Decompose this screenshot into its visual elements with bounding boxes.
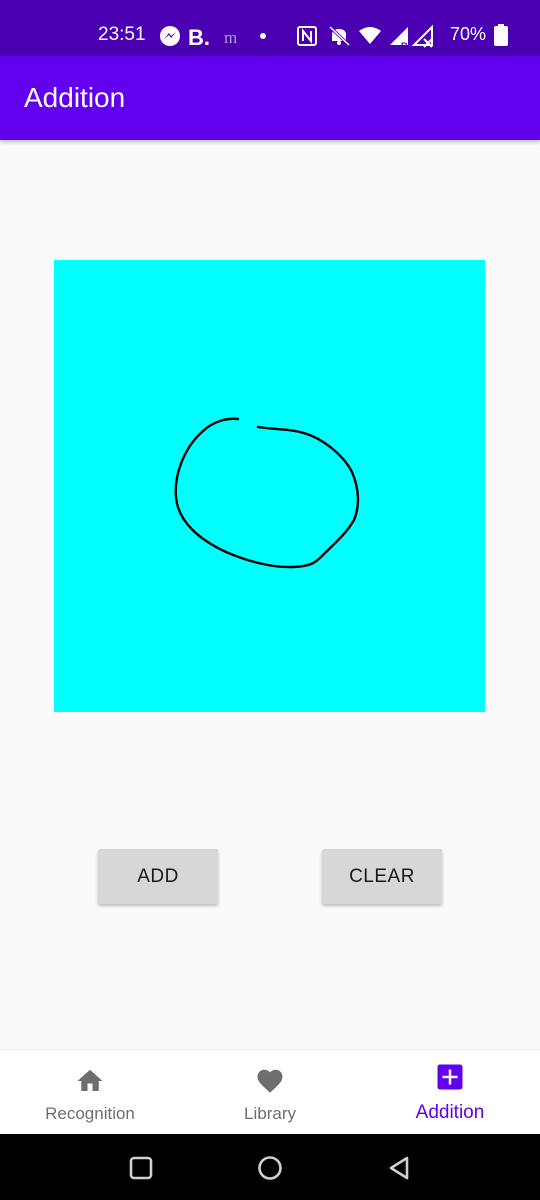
system-navigation-bar [0, 1134, 540, 1200]
add-box-icon [435, 1062, 465, 1092]
nav-item-library[interactable]: Library [180, 1050, 360, 1135]
signal-x-icon [411, 24, 433, 48]
page-title: Addition [24, 82, 126, 113]
status-time: 23:51 [98, 24, 146, 45]
nav-label-addition: Addition [415, 1102, 485, 1123]
messenger-icon [160, 26, 180, 46]
battery-icon [494, 24, 508, 46]
b-app-icon: B. [188, 25, 210, 50]
app-bar: Addition [0, 56, 540, 140]
home-icon [75, 1066, 105, 1096]
screen: 23:51 B. m R 70% Addition ADD CLEAR Reco… [0, 0, 540, 1200]
back-triangle-icon[interactable] [385, 1154, 413, 1182]
bell-off-icon [328, 25, 351, 47]
m-app-icon: m [224, 28, 237, 47]
wifi-icon [359, 27, 381, 44]
nav-label-library: Library [244, 1104, 296, 1123]
bottom-navigation: Recognition Library Addition [0, 1049, 540, 1135]
signal-r-icon: R [390, 27, 408, 51]
status-icons: B. m R [158, 21, 498, 51]
home-circle-icon[interactable] [256, 1154, 284, 1182]
add-button[interactable]: ADD [98, 849, 218, 904]
recents-square-icon[interactable] [127, 1154, 155, 1182]
clear-button[interactable]: CLEAR [322, 849, 442, 904]
battery-percent: 70% [450, 24, 487, 44]
status-bar: 23:51 B. m R 70% [0, 0, 540, 56]
status-icon-group: B. m R [160, 24, 433, 51]
nfc-icon [297, 26, 317, 46]
nav-item-addition[interactable]: Addition [360, 1050, 540, 1135]
dot-icon [260, 33, 266, 39]
drawn-stroke [174, 417, 360, 569]
nav-label-recognition: Recognition [45, 1104, 135, 1123]
svg-text:R: R [401, 41, 408, 51]
nav-item-recognition[interactable]: Recognition [0, 1050, 180, 1135]
heart-icon [255, 1066, 285, 1096]
drawing-canvas[interactable] [54, 260, 485, 712]
